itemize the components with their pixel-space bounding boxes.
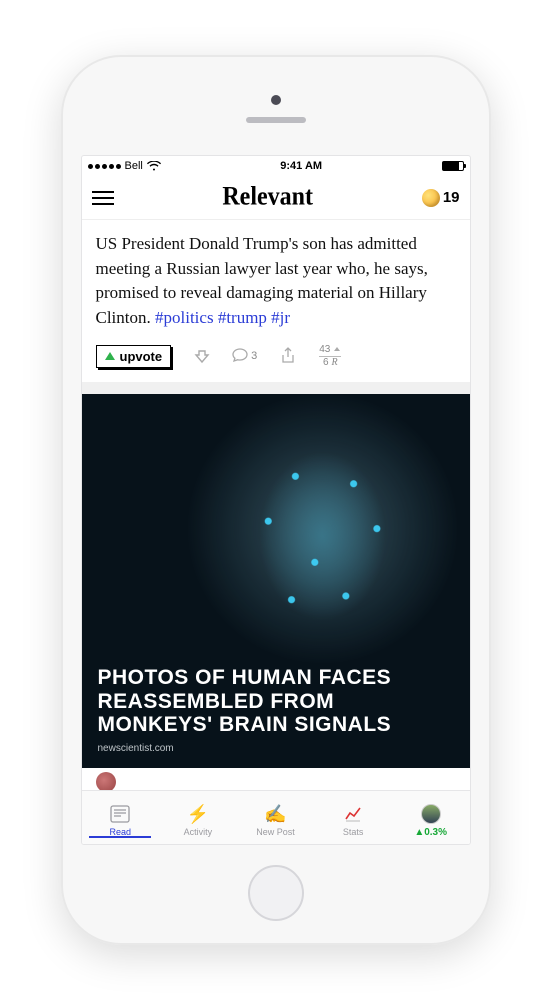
tab-new-post[interactable]: ✍️ New Post (237, 798, 315, 837)
activity-icon: ⚡ (187, 804, 209, 824)
tab-read[interactable]: Read (82, 798, 160, 837)
profit-label: ▲0.3% (414, 827, 447, 838)
tab-label: Activity (184, 827, 213, 837)
wifi-icon (147, 161, 161, 171)
image-post-headline: PHOTOS OF HUMAN FACES REASSEMBLED FROM M… (98, 666, 454, 737)
post-tags[interactable]: #politics #trump #jr (155, 308, 290, 327)
coin-count: 19 (443, 189, 460, 206)
coin-icon (422, 189, 440, 207)
comment-count: 3 (251, 350, 257, 362)
upvote-button[interactable]: upvote (96, 345, 172, 368)
app-logo: Relevant (222, 183, 313, 213)
comments-button[interactable]: 3 (231, 347, 257, 365)
app-header: Relevant 19 (82, 176, 470, 220)
read-icon (110, 804, 130, 824)
image-post-source: newscientist.com (98, 743, 454, 754)
tab-stats[interactable]: Stats (314, 798, 392, 837)
signal-dots-icon (88, 164, 121, 169)
phone-frame: Bell 9:41 AM Relevant 19 US President Do… (61, 55, 491, 945)
post-card[interactable]: US President Donald Trump's son has admi… (82, 220, 470, 382)
battery-icon (442, 161, 464, 171)
profile-avatar-icon (421, 804, 441, 824)
share-button[interactable] (279, 347, 297, 365)
status-time: 9:41 AM (280, 160, 322, 172)
image-post-card[interactable]: PHOTOS OF HUMAN FACES REASSEMBLED FROM M… (82, 394, 470, 768)
tab-label: Read (110, 827, 132, 837)
score-down-value: 6 (323, 358, 329, 368)
post-actions: upvote 3 43 6R (96, 331, 456, 372)
avatar (96, 772, 116, 790)
menu-icon[interactable] (92, 191, 114, 205)
downvote-button[interactable] (193, 348, 209, 364)
tab-bar: Read ⚡ Activity ✍️ New Post Stats ▲0.3% (82, 790, 470, 844)
upvote-arrow-icon (105, 352, 115, 360)
feed[interactable]: US President Donald Trump's son has admi… (82, 220, 470, 790)
post-score: 43 6R (319, 345, 341, 368)
status-bar: Bell 9:41 AM (82, 156, 470, 176)
carrier-label: Bell (125, 160, 143, 172)
next-post-peek (82, 768, 470, 790)
stats-icon (344, 804, 362, 824)
score-up-value: 43 (319, 345, 330, 355)
coin-balance[interactable]: 19 (422, 189, 460, 207)
tab-label: Stats (343, 827, 364, 837)
phone-speaker (246, 117, 306, 123)
screen: Bell 9:41 AM Relevant 19 US President Do… (81, 155, 471, 845)
home-button[interactable] (248, 865, 304, 921)
feed-divider (82, 382, 470, 394)
tab-activity[interactable]: ⚡ Activity (159, 798, 237, 837)
upvote-label: upvote (120, 349, 163, 364)
tab-profile[interactable]: ▲0.3% (392, 798, 470, 838)
new-post-icon: ✍️ (264, 804, 286, 824)
tab-label: New Post (256, 827, 295, 837)
